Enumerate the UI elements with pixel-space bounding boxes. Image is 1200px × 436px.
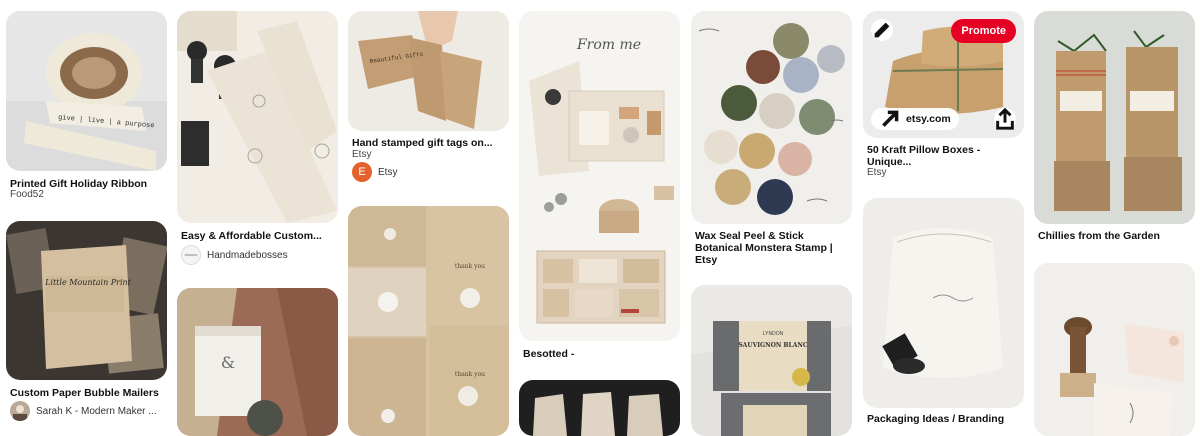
soap-name-text: SAUVIGNON BLANC [738, 342, 808, 349]
pin-title[interactable]: Wax Seal Peel & Stick Botanical Monstera… [695, 230, 850, 266]
avatar [10, 401, 30, 421]
pin-image-stamps[interactable] [177, 11, 338, 223]
pin-source: Food52 [10, 189, 44, 200]
pin-title[interactable]: 50 Kraft Pillow Boxes - Unique... [867, 144, 1022, 168]
edit-icon [874, 22, 890, 38]
pin-image-soap[interactable]: LYNDON SAUVIGNON BLANC [691, 285, 852, 436]
pin-title[interactable]: Packaging Ideas / Branding [867, 413, 1022, 425]
source-link-chip[interactable]: etsy.com [871, 108, 959, 130]
soap-brand-text: LYNDON [763, 331, 784, 337]
pin-user-name: Etsy [378, 166, 398, 178]
pin-image-rubber-stamp[interactable] [1034, 263, 1195, 436]
mailer-logo-text: Little Mountain Print [44, 278, 132, 287]
pin-image-pillow[interactable]: Promote etsy.com [863, 11, 1024, 138]
pin-title[interactable]: Hand stamped gift tags on... [352, 137, 507, 149]
pin-image-bags[interactable] [519, 380, 680, 436]
pin-image-box[interactable]: & [177, 288, 338, 436]
pin-title[interactable]: Chillies from the Garden [1038, 230, 1193, 242]
share-button[interactable] [994, 108, 1016, 130]
pin-user-name: Handmadebosses [207, 249, 288, 261]
thank-you-text: thank you [455, 371, 485, 378]
pin-image-besotted[interactable]: From me [519, 11, 680, 341]
pin-image-tags[interactable]: Beautiful Gifts [348, 11, 509, 131]
pin-source: Etsy [352, 149, 372, 160]
thank-you-text: thank you [455, 263, 485, 270]
pin-image-mailers[interactable]: Little Mountain Print [6, 221, 167, 380]
share-icon [996, 108, 1014, 130]
source-link-label: etsy.com [906, 113, 951, 125]
promote-button[interactable]: Promote [951, 19, 1016, 43]
avatar: E [352, 162, 372, 182]
edit-button[interactable] [871, 19, 893, 41]
avatar [181, 245, 201, 265]
pin-user[interactable]: E Etsy [352, 162, 397, 182]
pin-title[interactable]: Easy & Affordable Custom... [181, 230, 336, 242]
pin-title[interactable]: Custom Paper Bubble Mailers [10, 387, 165, 399]
pin-image-chillies[interactable] [1034, 11, 1195, 224]
pin-user-name: Sarah K - Modern Maker ... [36, 405, 157, 417]
pin-image-ribbon[interactable]: give | live | a purpose [6, 11, 167, 171]
pin-grid: give | live | a purpose Printed Gift Hol… [0, 0, 1200, 436]
pin-image-packaging[interactable] [863, 198, 1024, 408]
pin-user[interactable]: Handmadebosses [181, 245, 288, 265]
pin-image-wax[interactable] [691, 11, 852, 224]
arrow-up-right-icon [882, 110, 899, 127]
pin-source: Etsy [867, 167, 887, 178]
from-me-text: From me [576, 37, 641, 53]
pin-title[interactable]: Besotted - [523, 348, 678, 360]
pin-user[interactable]: Sarah K - Modern Maker ... [10, 401, 157, 421]
pin-image-thankyou[interactable]: thank you thank you [348, 206, 509, 436]
svg-text:&: & [221, 353, 235, 372]
